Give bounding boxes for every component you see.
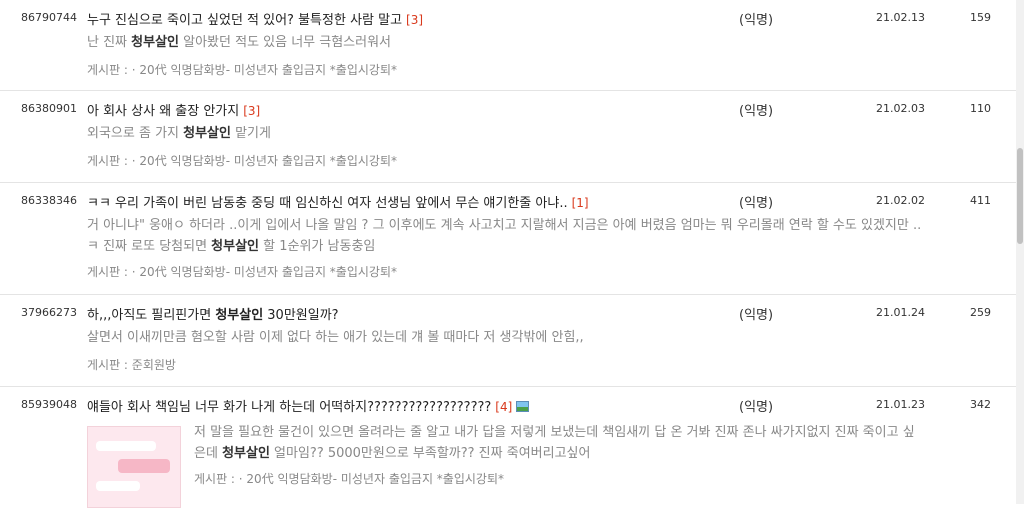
post-snippet[interactable]: 난 진짜 청부살인 알아봤던 적도 있음 너무 극혐스러워서: [87, 32, 927, 53]
post-author: (익명): [739, 196, 774, 211]
post-date: 21.02.03: [876, 102, 925, 115]
chat-bubble: [118, 459, 170, 473]
post-date: 21.01.24: [876, 306, 925, 319]
post-title-link[interactable]: 아 회사 상사 왜 출장 안가지: [87, 104, 239, 119]
snippet-text: 얼마임?? 5000만원으로 부족할까?? 진짜 죽여버리고싶어: [269, 446, 591, 461]
post-views: 159: [970, 11, 991, 24]
post-title[interactable]: 누구 진심으로 죽이고 싶었던 적 있어? 불특정한 사람 말고 [3]: [87, 9, 423, 28]
post-title[interactable]: 얘들아 회사 책임님 너무 화가 나게 하는데 어떡하지????????????…: [87, 396, 530, 415]
table-row[interactable]: 86338346 ㅋㅋ 우리 가족이 버린 남동충 중딩 때 임신하신 여자 선…: [0, 183, 1016, 295]
post-views: 411: [970, 194, 991, 207]
comment-count[interactable]: [1]: [572, 196, 589, 210]
highlight-keyword: 청부살인: [215, 308, 264, 323]
comment-count[interactable]: [4]: [495, 400, 512, 414]
post-title-link[interactable]: 얘들아 회사 책임님 너무 화가 나게 하는데 어떡하지????????????…: [87, 400, 491, 415]
post-snippet[interactable]: 외국으로 좀 가지 청부살인 맡기게: [87, 123, 927, 144]
post-author: (익명): [739, 400, 774, 415]
post-title[interactable]: 아 회사 상사 왜 출장 안가지 [3]: [87, 100, 260, 119]
image-attached-icon: [516, 401, 530, 412]
post-author: (익명): [739, 13, 774, 28]
search-results-list: 86790744 누구 진심으로 죽이고 싶었던 적 있어? 불특정한 사람 말…: [0, 0, 1016, 517]
highlight-keyword: 청부살인: [211, 239, 260, 254]
table-row[interactable]: 85939048 얘들아 회사 책임님 너무 화가 나게 하는데 어떡하지???…: [0, 387, 1016, 517]
snippet-text: 할 1순위가 남동충임: [259, 239, 376, 254]
post-title-link[interactable]: 누구 진심으로 죽이고 싶었던 적 있어? 불특정한 사람 말고: [87, 13, 402, 28]
post-id: 37966273: [21, 306, 77, 319]
highlight-keyword: 청부살인: [183, 126, 231, 141]
post-views: 259: [970, 306, 991, 319]
post-snippet[interactable]: 저 말을 필요한 물건이 있으면 올려라는 줄 알고 내가 답을 저렇게 보냈는…: [194, 422, 924, 464]
board-name[interactable]: 게시판 : · 20代 익명담화방- 미성년자 출입금지 *출입시강퇴*: [87, 263, 397, 280]
board-name[interactable]: 게시판 : · 20代 익명담화방- 미성년자 출입금지 *출입시강퇴*: [87, 152, 397, 169]
highlight-keyword: 청부살인: [222, 446, 270, 461]
post-title-link[interactable]: ㅋㅋ 우리 가족이 버린 남동충 중딩 때 임신하신 여자 선생님 앞에서 무슨…: [87, 196, 568, 211]
snippet-text: 맡기게: [230, 126, 271, 141]
post-title[interactable]: 하,,,아직도 필리핀가면 청부살인 30만원일까?: [87, 304, 339, 323]
table-row[interactable]: 37966273 하,,,아직도 필리핀가면 청부살인 30만원일까? (익명)…: [0, 295, 1016, 387]
comment-count[interactable]: [3]: [243, 104, 260, 118]
post-snippet[interactable]: 거 아니냐" 웅애ㅇ 하더라 ..이게 입에서 나올 말임 ? 그 이후에도 계…: [87, 215, 927, 257]
highlight-keyword: 청부살인: [131, 35, 179, 50]
post-views: 342: [970, 398, 991, 411]
snippet-text: 외국으로 좀 가지: [87, 126, 184, 141]
post-id: 86338346: [21, 194, 77, 207]
post-author: (익명): [739, 104, 774, 119]
table-row[interactable]: 86380901 아 회사 상사 왜 출장 안가지 [3] (익명) 21.02.…: [0, 91, 1016, 183]
table-row[interactable]: 86790744 누구 진심으로 죽이고 싶었던 적 있어? 불특정한 사람 말…: [0, 0, 1016, 91]
post-id: 86790744: [21, 11, 77, 24]
post-date: 21.02.13: [876, 11, 925, 24]
comment-count[interactable]: [3]: [406, 13, 423, 27]
post-snippet[interactable]: 살면서 이새끼만큼 혐오할 사람 이제 없다 하는 애가 있는데 걔 볼 때마다…: [87, 327, 927, 348]
chat-bubble: [96, 441, 156, 451]
board-name[interactable]: 게시판 : 준회원방: [87, 356, 176, 373]
title-text: 하,,,아직도 필리핀가면: [87, 308, 216, 323]
snippet-text: 알아봤던 적도 있음 너무 극혐스러워서: [179, 35, 392, 50]
post-title-link[interactable]: 하,,,아직도 필리핀가면 청부살인 30만원일까?: [87, 308, 339, 323]
board-name[interactable]: 게시판 : · 20代 익명담화방- 미성년자 출입금지 *출입시강퇴*: [87, 61, 397, 78]
post-author: (익명): [739, 308, 774, 323]
post-id: 85939048: [21, 398, 77, 411]
post-views: 110: [970, 102, 991, 115]
snippet-text: 난 진짜: [87, 35, 132, 50]
scrollbar-thumb[interactable]: [1017, 148, 1023, 244]
post-date: 21.02.02: [876, 194, 925, 207]
board-name[interactable]: 게시판 : · 20代 익명담화방- 미성년자 출입금지 *출입시강퇴*: [194, 470, 504, 487]
post-thumbnail[interactable]: [87, 426, 181, 508]
post-date: 21.01.23: [876, 398, 925, 411]
post-title[interactable]: ㅋㅋ 우리 가족이 버린 남동충 중딩 때 임신하신 여자 선생님 앞에서 무슨…: [87, 192, 589, 211]
vertical-scrollbar[interactable]: [1016, 0, 1024, 504]
chat-bubble: [96, 481, 140, 491]
title-text: 30만원일까?: [263, 308, 339, 323]
post-id: 86380901: [21, 102, 77, 115]
